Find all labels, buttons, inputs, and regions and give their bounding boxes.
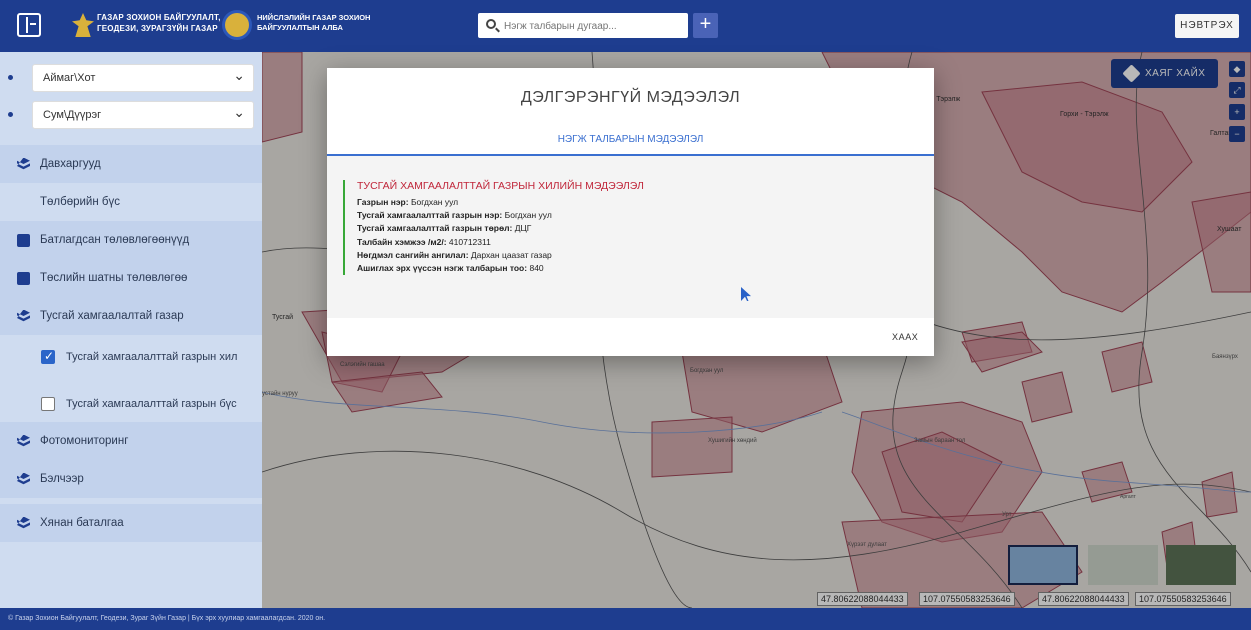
info-row: Тусгай хамгаалалттай газрын төрөл: ДЦГ [357, 222, 644, 235]
protected-area-info: ТУСГАЙ ХАМГААЛАЛТТАЙ ГАЗРЫН ХИЛИЙН МЭДЭЭ… [343, 180, 644, 276]
sidebar-toggle-icon[interactable] [17, 13, 41, 37]
dot-icon [8, 75, 13, 80]
district-select-row: Сум\Дүүрэг [8, 101, 254, 129]
layers-icon [17, 434, 30, 447]
tab-parcel-info[interactable]: НЭГЖ ТАЛБАРЫН МЭДЭЭЛЭЛ [327, 134, 934, 145]
sidebar-item-approved-plans[interactable]: Батлагдсан төлөвлөгөөнүүд [0, 221, 262, 259]
info-row: Нөгдмэл сангийн ангилал: Дархан цаазат г… [357, 249, 644, 262]
district-select[interactable]: Сум\Дүүрэг [32, 101, 254, 129]
sub-item-protected-border[interactable]: Тусгай хамгаалалттай газрын хил [0, 338, 262, 376]
sidebar-item-photo-monitoring[interactable]: Фотомониторинг [0, 422, 262, 460]
layers-icon [17, 516, 30, 529]
info-label: Тусгай хамгаалалттай газрын төрөл: [357, 223, 513, 234]
search-icon[interactable] [486, 19, 496, 29]
document-icon [17, 271, 30, 285]
dot-icon [8, 112, 13, 117]
sub-item-label: Тусгай хамгаалалттай газрын бүс [66, 398, 237, 410]
add-button[interactable]: + [693, 13, 718, 38]
province-select[interactable]: Аймаг\Хот [32, 64, 254, 92]
agency-name-line2: ГЕОДЕЗИ, ЗУРАГЗҮЙН ГАЗАР [97, 24, 218, 33]
sidebar-item-label: Бэлчээр [40, 473, 84, 485]
agency-name-line1: ГАЗАР ЗОХИОН БАЙГУУЛАЛТ, [97, 13, 221, 22]
parcel-search-input[interactable] [504, 18, 674, 34]
agency-name[interactable]: ГАЗАР ЗОХИОН БАЙГУУЛАЛТ, ГЕОДЕЗИ, ЗУРАГЗ… [97, 12, 221, 34]
layers-icon [17, 309, 30, 322]
province-select-row: Аймаг\Хот [8, 64, 254, 92]
sidebar-item-pasture[interactable]: Бэлчээр [0, 460, 262, 498]
layers-icon [17, 472, 30, 485]
login-button[interactable]: НЭВТРЭХ [1175, 14, 1239, 38]
sub-item-label: Тусгай хамгаалалттай газрын хил [66, 351, 238, 363]
info-value: Богдхан уул [410, 197, 459, 207]
checkbox-checked[interactable] [41, 349, 55, 364]
modal-body: ТУСГАЙ ХАМГААЛАЛТТАЙ ГАЗРЫН ХИЛИЙН МЭДЭЭ… [327, 156, 934, 318]
info-row: Газрын нэр: Богдхан уул [357, 196, 644, 209]
sidebar-item-label: Батлагдсан төлөвлөгөөнүүд [40, 234, 190, 246]
sidebar: Аймаг\Хот Сум\Дүүрэг Давхаргууд Төлбөрий… [0, 52, 262, 608]
info-value: 840 [529, 263, 544, 274]
sidebar-item-layers[interactable]: Давхаргууд [0, 145, 262, 183]
section-title: ТУСГАЙ ХАМГААЛАЛТТАЙ ГАЗРЫН ХИЛИЙН МЭДЭЭ… [357, 180, 644, 192]
info-label: Тусгай хамгаалалттай газрын нэр: [357, 210, 503, 221]
sidebar-item-label: Давхаргууд [40, 158, 101, 170]
sidebar-item-label: Тусгай хамгаалалтай газар [40, 310, 184, 322]
sidebar-item-label: Фотомониторинг [40, 435, 129, 447]
info-value: 410712311 [448, 236, 491, 247]
detail-modal: ДЭЛГЭРЭНГҮЙ МЭДЭЭЛЭЛ НЭГЖ ТАЛБАРЫН МЭДЭЭ… [327, 68, 934, 356]
footer: © Газар Зохион Байгуулалт, Геодези, Зура… [0, 608, 1251, 630]
sub-item-protected-zone[interactable]: Тусгай хамгаалалттай газрын бүс [0, 385, 262, 423]
info-value: Дархан цаазат газар [470, 249, 552, 260]
sidebar-item-label: Төслийн шатны төлөвлөгөө [40, 272, 188, 284]
info-label: Нөгдмэл сангийн ангилал: [357, 249, 469, 260]
layers-icon [17, 157, 30, 170]
info-value: ДЦГ [514, 223, 532, 234]
sidebar-item-label: Төлбөрийн бүс [40, 196, 120, 208]
info-row: Тусгай хамгаалалттай газрын нэр: Богдхан… [357, 209, 644, 222]
sidebar-item-label: Хянан баталгаа [40, 517, 124, 529]
parcel-search [478, 13, 688, 38]
office-name-line1: НИЙСЛЭЛИЙН ГАЗАР ЗОХИОН [257, 13, 371, 22]
info-row: Талбайн хэмжээ /м2/: 410712311 [357, 236, 644, 249]
info-label: Талбайн хэмжээ /м2/: [357, 236, 447, 247]
sidebar-item-payment-zone[interactable]: Төлбөрийн бүс [0, 183, 262, 221]
info-row: Ашиглах эрх үүссэн нэгж талбарын тоо: 84… [357, 262, 644, 275]
office-seal-icon [222, 10, 252, 40]
top-header: ГАЗАР ЗОХИОН БАЙГУУЛАЛТ, ГЕОДЕЗИ, ЗУРАГЗ… [0, 0, 1251, 52]
checkbox-unchecked[interactable] [41, 397, 55, 411]
office-name-line2: БАЙГУУЛАЛТЫН АЛБА [257, 23, 343, 32]
close-button[interactable]: ХААХ [892, 332, 918, 342]
info-label: Газрын нэр: [357, 197, 409, 207]
sidebar-item-review[interactable]: Хянан баталгаа [0, 504, 262, 542]
info-value: Богдхан уул [504, 210, 552, 221]
sidebar-item-draft-plans[interactable]: Төслийн шатны төлөвлөгөө [0, 259, 262, 297]
office-name[interactable]: НИЙСЛЭЛИЙН ГАЗАР ЗОХИОН БАЙГУУЛАЛТЫН АЛБ… [257, 13, 370, 33]
checkbox-icon [17, 233, 30, 247]
agency-emblem-icon [72, 13, 94, 37]
modal-title: ДЭЛГЭРЭНГҮЙ МЭДЭЭЛЭЛ [520, 89, 741, 106]
sidebar-item-protected-area[interactable]: Тусгай хамгаалалтай газар [0, 297, 262, 335]
info-label: Ашиглах эрх үүссэн нэгж талбарын тоо: [357, 263, 528, 274]
